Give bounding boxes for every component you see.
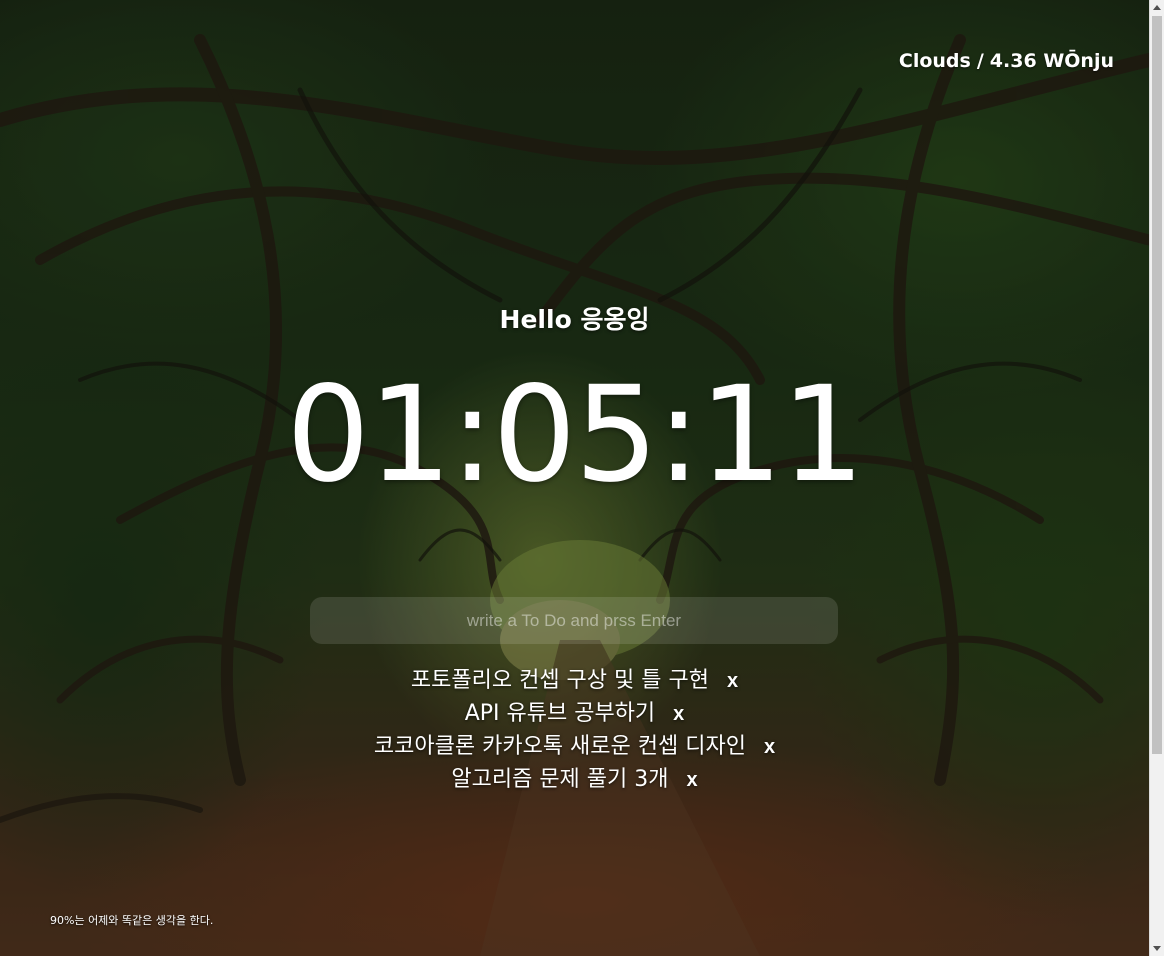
todo-delete-button[interactable]: x — [764, 731, 775, 764]
todo-item-text: 코코아클론 카카오톡 새로운 컨셉 디자인 — [373, 734, 746, 759]
todo-item-text: 알고리즘 문제 풀기 3개 — [451, 767, 669, 792]
app-page: Clouds/4.36 WŌnju Hello 응옹잉 01:05:11 포토폴… — [0, 0, 1164, 956]
todo-form — [310, 597, 838, 644]
todo-item: 코코아클론 카카오톡 새로운 컨셉 디자인 x — [0, 730, 1149, 763]
greeting-title: Hello 응옹잉 — [499, 305, 650, 334]
scrollbar-thumb[interactable] — [1152, 16, 1162, 754]
weather-temperature: 4.36 — [989, 50, 1037, 72]
weather-condition: Clouds — [898, 50, 971, 72]
todo-delete-button[interactable]: x — [727, 665, 738, 698]
weather-separator: / — [976, 50, 984, 72]
todo-item-text: API 유튜브 공부하기 — [464, 701, 656, 726]
todo-delete-button[interactable]: x — [687, 764, 698, 797]
weather-city: WŌnju — [1043, 50, 1114, 72]
todo-input[interactable] — [310, 597, 838, 644]
todo-item-text: 포토폴리오 컨셉 구상 및 틀 구현 — [410, 668, 709, 693]
todo-list: 포토폴리오 컨셉 구상 및 틀 구현 x API 유튜브 공부하기 x 코코아클론 … — [0, 664, 1149, 796]
scroll-down-arrow-icon[interactable] — [1153, 946, 1161, 951]
todo-item: 알고리즘 문제 풀기 3개 x — [0, 763, 1149, 796]
todo-delete-button[interactable]: x — [673, 698, 684, 731]
vertical-scrollbar[interactable] — [1149, 0, 1164, 956]
scroll-up-arrow-icon[interactable] — [1153, 5, 1161, 10]
todo-item: API 유튜브 공부하기 x — [0, 697, 1149, 730]
weather-widget: Clouds/4.36 WŌnju — [899, 50, 1114, 72]
clock-display: 01:05:11 — [286, 358, 865, 512]
todo-item: 포토폴리오 컨셉 구상 및 틀 구현 x — [0, 664, 1149, 697]
quote-text: 90%는 어제와 똑같은 생각을 한다. — [50, 914, 214, 927]
